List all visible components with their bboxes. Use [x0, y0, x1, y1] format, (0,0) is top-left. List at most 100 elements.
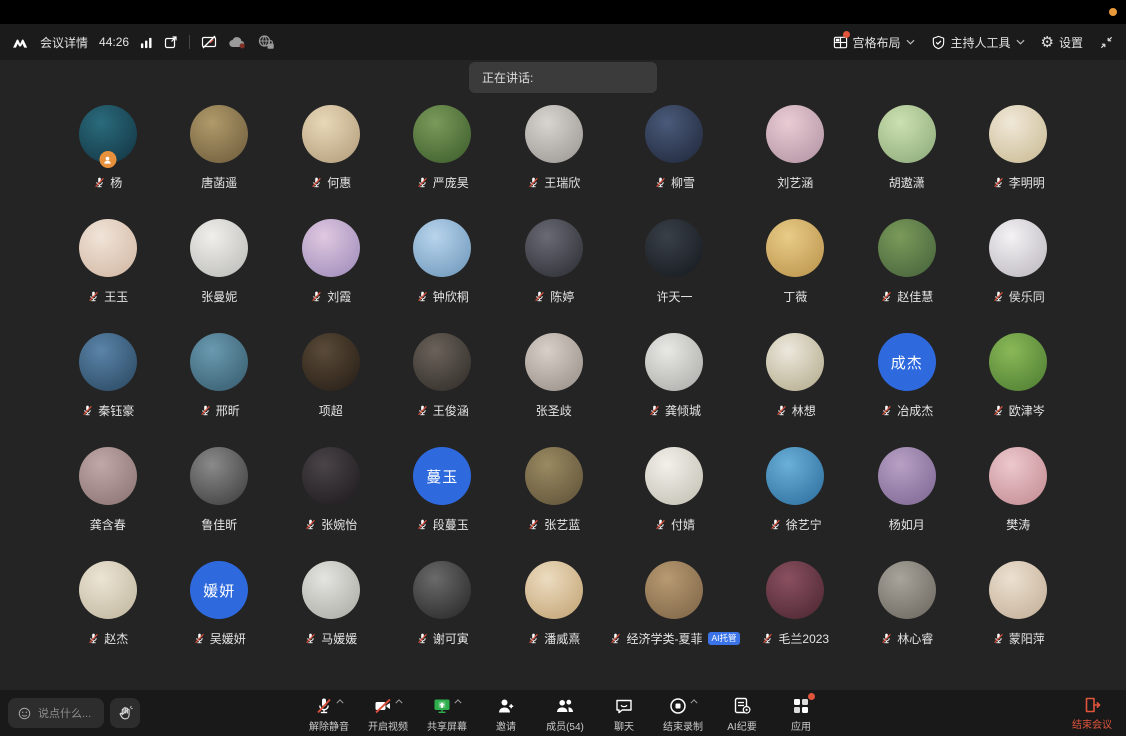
participant-cell[interactable]: 唐菡遥: [163, 105, 275, 219]
avatar: [989, 105, 1047, 163]
meeting-details-link[interactable]: 会议详情: [40, 34, 88, 51]
participant-cell[interactable]: 邢昕: [163, 333, 275, 447]
participant-cell[interactable]: 许天一: [609, 219, 739, 333]
unmute-button[interactable]: 解除静音: [304, 694, 354, 733]
participant-cell[interactable]: 张曼妮: [163, 219, 275, 333]
participant-cell[interactable]: 李明明: [963, 105, 1075, 219]
participant-cell[interactable]: 龚倾城: [609, 333, 739, 447]
participant-cell[interactable]: 林想: [740, 333, 852, 447]
participant-name-row: 赵佳慧: [880, 288, 933, 305]
participant-name: 张婉怡: [321, 516, 357, 533]
avatar: [525, 219, 583, 277]
mic-muted-icon: [992, 290, 1005, 303]
participant-name-row: 欧津岑: [992, 402, 1045, 419]
message-placeholder: 说点什么...: [38, 705, 91, 721]
avatar: [525, 561, 583, 619]
mic-muted-icon: [880, 632, 893, 645]
host-tools-button[interactable]: 主持人工具: [931, 34, 1025, 51]
participant-cell[interactable]: 马媛媛: [275, 561, 387, 675]
participant-cell[interactable]: 蒙阳萍: [963, 561, 1075, 675]
members-button[interactable]: 成员(54): [540, 694, 590, 733]
avatar: [525, 333, 583, 391]
participant-cell[interactable]: 张艺蓝: [498, 447, 609, 561]
quick-message-input[interactable]: 说点什么...: [8, 698, 104, 728]
participant-cell[interactable]: 钟欣桐: [386, 219, 498, 333]
exit-fullscreen-icon[interactable]: [1099, 35, 1114, 50]
participant-cell[interactable]: 丁薇: [740, 219, 852, 333]
participant-cell[interactable]: 王玉: [52, 219, 163, 333]
participant-cell[interactable]: 秦钰豪: [52, 333, 163, 447]
participant-cell[interactable]: 侯乐同: [963, 219, 1075, 333]
participant-cell[interactable]: 张婉怡: [275, 447, 387, 561]
participant-cell[interactable]: 刘艺涵: [740, 105, 852, 219]
chevron-up-icon[interactable]: [395, 699, 403, 704]
share-screen-button[interactable]: 共享屏幕: [422, 694, 472, 733]
participant-cell[interactable]: 柳雪: [609, 105, 739, 219]
participant-cell[interactable]: 毛兰2023: [740, 561, 852, 675]
participant-cell[interactable]: 付婧: [609, 447, 739, 561]
participant-cell[interactable]: 经济学类-夏菲AI托管: [609, 561, 739, 675]
settings-button[interactable]: ⚙ 设置: [1041, 34, 1083, 51]
participant-cell[interactable]: 欧津岑: [963, 333, 1075, 447]
mic-muted-icon: [880, 404, 893, 417]
participant-name-row: 付婧: [654, 516, 695, 533]
participant-cell[interactable]: 谢可寅: [386, 561, 498, 675]
end-recording-button[interactable]: 结束录制: [658, 694, 708, 733]
participant-cell[interactable]: 潘威熹: [498, 561, 609, 675]
speaking-banner-label: 正在讲话:: [482, 69, 533, 86]
participant-name-row: 钟欣桐: [416, 288, 469, 305]
participant-name-row: 胡遨潇: [889, 174, 925, 191]
chevron-up-icon[interactable]: [336, 699, 344, 704]
participant-name: 王瑞欣: [544, 174, 580, 191]
ai-notes-button[interactable]: AI纪要: [717, 694, 767, 733]
mic-muted-icon: [992, 404, 1005, 417]
participant-cell[interactable]: 王俊涵: [386, 333, 498, 447]
start-video-button[interactable]: 开启视频: [363, 694, 413, 733]
participant-cell[interactable]: 徐艺宁: [740, 447, 852, 561]
avatar: [878, 105, 936, 163]
members-icon: [555, 696, 575, 716]
avatar: [79, 447, 137, 505]
participant-cell[interactable]: 媛妍吴媛妍: [163, 561, 275, 675]
participant-cell[interactable]: 严庞昊: [386, 105, 498, 219]
layout-button[interactable]: 宫格布局: [833, 34, 915, 51]
participant-cell[interactable]: 鲁佳昕: [163, 447, 275, 561]
participant-cell[interactable]: 刘霞: [275, 219, 387, 333]
avatar: [413, 105, 471, 163]
participant-cell[interactable]: 杨如月: [851, 447, 963, 561]
end-meeting-button[interactable]: 结束会议: [1072, 695, 1112, 731]
gear-icon: ⚙: [1041, 35, 1054, 50]
participant-cell[interactable]: 项超: [275, 333, 387, 447]
participant-cell[interactable]: 张圣歧: [498, 333, 609, 447]
participant-name: 吴媛妍: [210, 630, 246, 647]
whiteboard-disabled-icon[interactable]: [201, 34, 217, 50]
participant-cell[interactable]: 龚含春: [52, 447, 163, 561]
participant-cell[interactable]: 樊涛: [963, 447, 1075, 561]
cloud-record-icon[interactable]: [228, 35, 246, 49]
participant-cell[interactable]: 何惠: [275, 105, 387, 219]
raise-hand-button[interactable]: [110, 698, 140, 728]
chevron-up-icon[interactable]: [454, 699, 462, 704]
participant-cell[interactable]: 赵杰: [52, 561, 163, 675]
interpretation-lock-icon[interactable]: [257, 34, 275, 50]
chat-button[interactable]: 聊天: [599, 694, 649, 733]
participant-cell[interactable]: 陈婷: [498, 219, 609, 333]
popout-window-icon[interactable]: [164, 35, 178, 49]
participant-cell[interactable]: 胡遨潇: [851, 105, 963, 219]
participant-cell[interactable]: 林心睿: [851, 561, 963, 675]
apps-button[interactable]: 应用: [776, 694, 826, 733]
mic-muted-icon: [416, 290, 429, 303]
mic-muted-icon: [527, 518, 540, 531]
screen-share-icon: [432, 696, 452, 716]
avatar: [645, 333, 703, 391]
participant-cell[interactable]: 蔓玉段蔓玉: [386, 447, 498, 561]
participant-cell[interactable]: 赵佳慧: [851, 219, 963, 333]
invite-button[interactable]: 邀请: [481, 694, 531, 733]
participant-cell[interactable]: 杨: [52, 105, 163, 219]
participant-cell[interactable]: 王瑞欣: [498, 105, 609, 219]
participant-cell[interactable]: 成杰冶成杰: [851, 333, 963, 447]
mic-muted-icon: [416, 518, 429, 531]
network-signal-icon[interactable]: [140, 36, 153, 49]
chevron-up-icon[interactable]: [690, 699, 698, 704]
participant-name: 段蔓玉: [433, 516, 469, 533]
